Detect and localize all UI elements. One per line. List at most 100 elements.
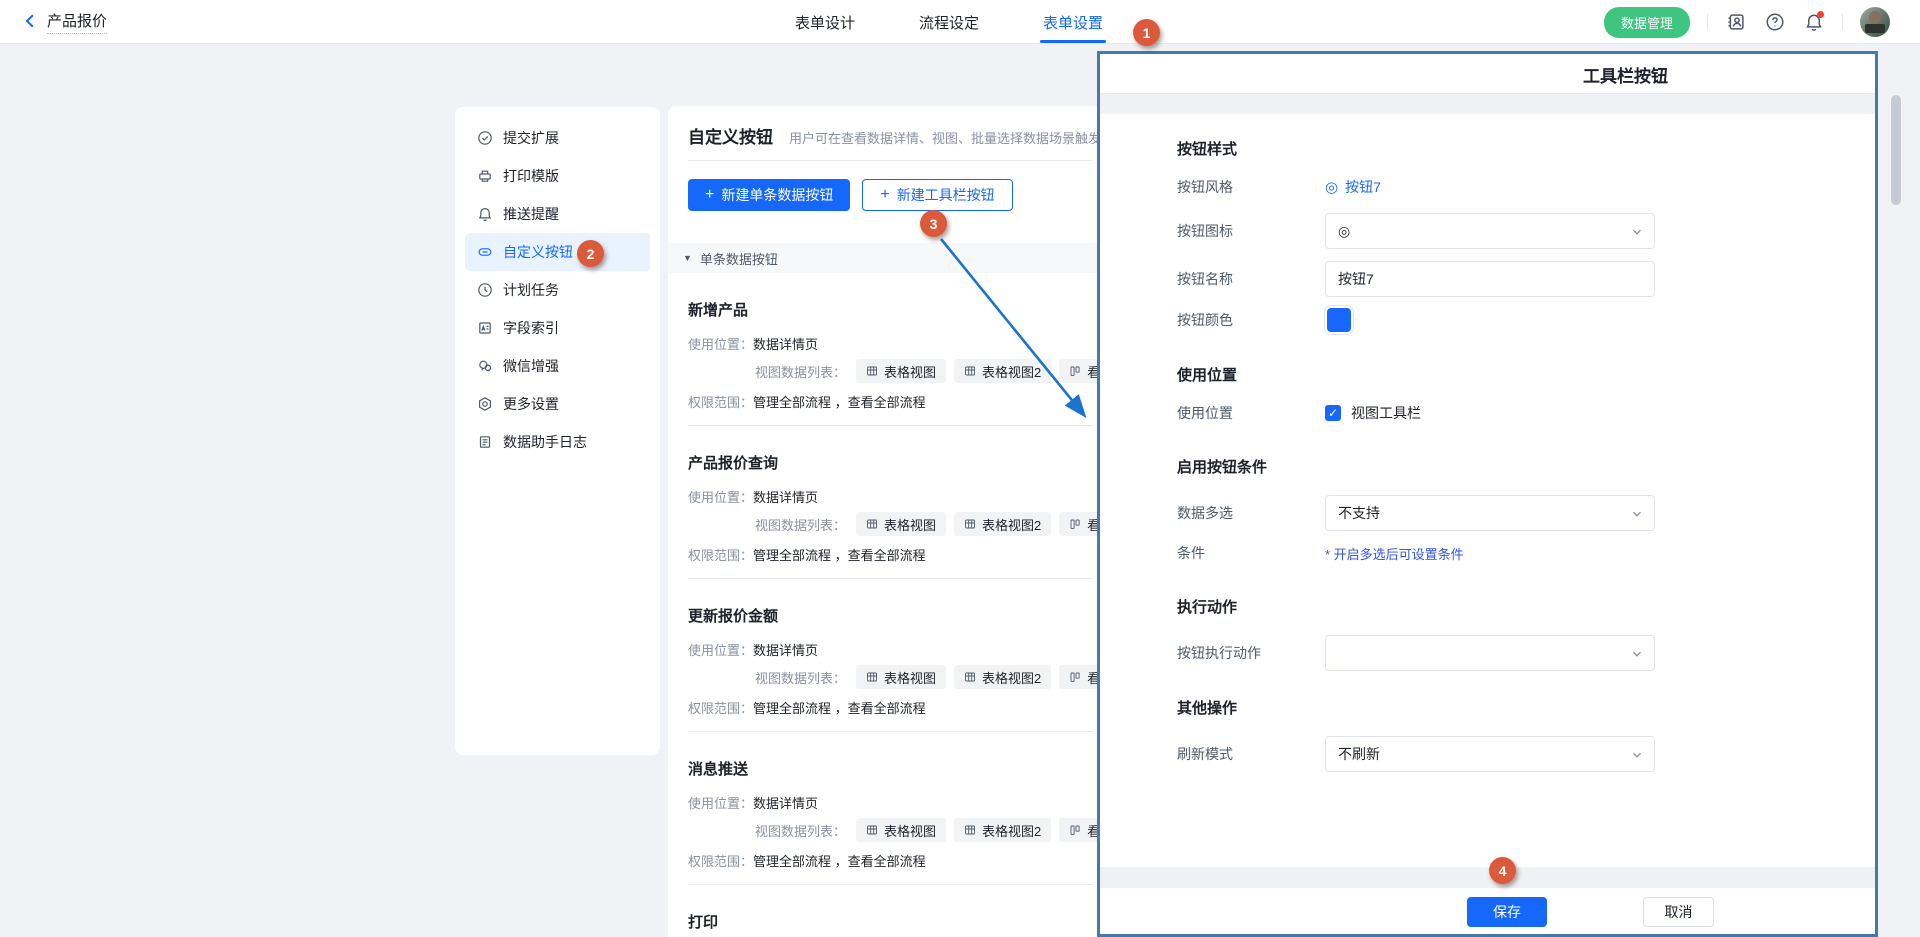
sidebar-item-custom-button[interactable]: 自定义按钮: [465, 233, 650, 271]
table-view-icon: [866, 824, 878, 836]
chevron-down-icon: [1631, 749, 1643, 761]
view-tag: 表格视图2: [954, 665, 1051, 689]
header-actions: 数据管理: [1604, 0, 1890, 44]
button-style-value[interactable]: ◎ 按钮7: [1325, 177, 1655, 197]
caret-down-icon: ▼: [683, 253, 692, 263]
clock-icon: [477, 282, 493, 298]
button-list-item: 新增产品 使用位置：数据详情页 视图数据列表： 表格视图 表格视图2 看板视图 …: [688, 299, 1093, 426]
help-icon[interactable]: [1764, 11, 1786, 33]
new-single-data-button[interactable]: + 新建单条数据按钮: [688, 179, 850, 211]
chevron-down-icon: [1631, 226, 1643, 238]
divider-strip: [1100, 867, 1875, 888]
button-list-item: 更新报价金额 使用位置：数据详情页 视图数据列表： 表格视图 表格视图2 看板视…: [688, 605, 1093, 732]
sidebar-item-data-assistant-log[interactable]: 数据助手日志: [465, 423, 650, 461]
multi-select-dropdown[interactable]: 不支持: [1325, 495, 1655, 531]
bell-icon: [477, 206, 493, 222]
annotation-badge-2: 2: [577, 240, 604, 267]
view-tag: 表格视图: [856, 512, 946, 536]
user-avatar[interactable]: [1860, 7, 1890, 37]
notification-bell-icon[interactable]: [1803, 11, 1825, 33]
kanban-view-icon: [1069, 518, 1081, 530]
table-view-icon: [866, 518, 878, 530]
sidebar-item-field-index[interactable]: 字段索引: [465, 309, 650, 347]
contacts-icon[interactable]: [1725, 11, 1747, 33]
tab-form-design[interactable]: 表单设计: [795, 0, 855, 44]
annotation-badge-4: 4: [1489, 857, 1516, 884]
button-list-item: 消息推送 使用位置：数据详情页 视图数据列表： 表格视图 表格视图2 看板视图 …: [688, 758, 1093, 885]
item-title: 消息推送: [688, 758, 1093, 779]
view-toolbar-checkbox[interactable]: ✓: [1325, 405, 1341, 421]
data-manage-button[interactable]: 数据管理: [1604, 7, 1690, 38]
wechat-icon: [477, 358, 493, 374]
table-view-icon: [866, 365, 878, 377]
settings-icon: [477, 396, 493, 412]
form-title[interactable]: 产品报价: [47, 10, 107, 34]
annotation-badge-3: 3: [920, 210, 947, 237]
sidebar-item-push-reminder[interactable]: 推送提醒: [465, 195, 650, 233]
new-toolbar-button[interactable]: + 新建工具栏按钮: [862, 179, 1012, 211]
save-button[interactable]: 保存: [1467, 897, 1547, 927]
plus-icon: +: [705, 187, 714, 203]
drawer-body: 按钮样式 按钮风格 ◎ 按钮7 按钮图标 ◎ 按钮名称 按钮颜色 使用位置 使用…: [1100, 114, 1875, 867]
table-view-icon: [964, 824, 976, 836]
notification-dot: [1817, 11, 1824, 18]
item-title: 新增产品: [688, 299, 1093, 320]
condition-hint: * 开启多选后可设置条件: [1325, 544, 1655, 563]
view-tag: 表格视图2: [954, 359, 1051, 383]
section-usage-position: 使用位置: [1177, 364, 1875, 385]
header-tabs: 表单设计 流程设定 表单设置: [795, 0, 1103, 44]
section-enable-condition: 启用按钮条件: [1177, 456, 1875, 477]
divider: [1707, 14, 1708, 30]
cancel-button[interactable]: 取消: [1643, 897, 1714, 927]
back-chevron-icon: [22, 13, 38, 32]
button-list-item: 打印 使用位置：数据详情页 视图数据列表： 表格视图 表格视图2 看板视图: [688, 911, 1093, 937]
view-tag: 表格视图: [856, 359, 946, 383]
refresh-mode-select[interactable]: 不刷新: [1325, 736, 1655, 772]
chevron-down-icon: [1631, 648, 1643, 660]
chevron-down-icon: [1631, 508, 1643, 520]
log-icon: [477, 434, 493, 450]
page-scrollbar-thumb[interactable]: [1891, 95, 1901, 205]
section-execute-action: 执行动作: [1177, 596, 1875, 617]
section-other-operation: 其他操作: [1177, 697, 1875, 718]
sidebar-item-scheduled-task[interactable]: 计划任务: [465, 271, 650, 309]
sidebar-item-more-settings[interactable]: 更多设置: [465, 385, 650, 423]
single-data-button-section-header[interactable]: ▼ 单条数据按钮: [668, 243, 1113, 273]
top-header: 产品报价 表单设计 流程设定 表单设置 数据管理: [0, 0, 1920, 44]
divider-strip: [1100, 94, 1875, 114]
sidebar-item-wechat-enhance[interactable]: 微信增强: [465, 347, 650, 385]
divider: [688, 884, 1093, 885]
section-button-style: 按钮样式: [1177, 138, 1875, 159]
drawer-footer: 保存 取消: [1100, 888, 1875, 934]
button-name-input[interactable]: [1325, 261, 1655, 297]
button-color-swatch[interactable]: [1325, 306, 1353, 334]
sidebar-item-submit-extension[interactable]: 提交扩展: [465, 119, 650, 157]
circle-dot-icon: ◎: [1325, 180, 1338, 195]
item-title: 更新报价金额: [688, 605, 1093, 626]
view-tag: 表格视图: [856, 665, 946, 689]
page-description: 用户可在查看数据详情、视图、批量选择数据场景触发业务操作: [789, 128, 1113, 147]
divider: [1842, 14, 1843, 30]
custom-button-panel: 自定义按钮 用户可在查看数据详情、视图、批量选择数据场景触发业务操作 + 新建单…: [668, 106, 1113, 937]
settings-sidebar: 提交扩展 打印模版 推送提醒 自定义按钮 计划任务 字段索引 微信增强 更多设置…: [455, 107, 660, 755]
item-title: 打印: [688, 911, 1093, 932]
tab-flow-setting[interactable]: 流程设定: [919, 0, 979, 44]
drawer-header: 工具栏按钮: [1100, 54, 1875, 94]
back-button[interactable]: 产品报价: [22, 0, 107, 44]
capsule-button-icon: [477, 244, 493, 260]
check-circle-icon: [477, 130, 493, 146]
tab-form-settings[interactable]: 表单设置: [1043, 0, 1103, 44]
table-view-icon: [964, 365, 976, 377]
drawer-title: 工具栏按钮: [1583, 62, 1668, 87]
item-title: 产品报价查询: [688, 452, 1093, 473]
sidebar-item-print-template[interactable]: 打印模版: [465, 157, 650, 195]
execute-action-select[interactable]: [1325, 635, 1655, 671]
table-view-icon: [964, 671, 976, 683]
field-index-icon: [477, 320, 493, 336]
kanban-view-icon: [1069, 671, 1081, 683]
view-tag: 表格视图2: [954, 512, 1051, 536]
kanban-view-icon: [1069, 365, 1081, 377]
table-view-icon: [866, 671, 878, 683]
button-icon-select[interactable]: ◎: [1325, 213, 1655, 249]
divider: [688, 160, 1093, 161]
